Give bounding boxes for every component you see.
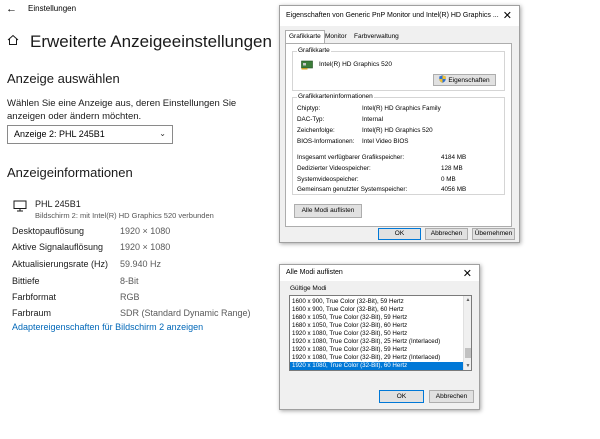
info-value: 1920 × 1080 <box>120 226 171 236</box>
info-value-dac: Internal <box>362 116 384 123</box>
info-value: SDR (Standard Dynamic Range) <box>120 308 251 318</box>
valid-modes-label: Gültige Modi <box>290 285 327 292</box>
mode-item[interactable]: 1600 x 900, True Color (32-Bit), 60 Hert… <box>290 306 464 314</box>
ok-button[interactable]: OK <box>378 228 421 240</box>
modes-scrollbar[interactable]: ▲ ▼ <box>463 296 471 370</box>
scroll-down-icon[interactable]: ▼ <box>464 362 471 370</box>
info-value: 8-Bit <box>120 276 139 286</box>
info-value: 1920 × 1080 <box>120 242 171 252</box>
properties-button[interactable]: Eigenschaften <box>433 74 496 86</box>
list-modes-dialog: Alle Modi auflisten ✕ Gültige Modi 1600 … <box>279 264 480 410</box>
adapter-group-caption: Grafikkarte <box>297 47 331 54</box>
info-label: Aktualisierungsrate (Hz) <box>12 259 109 269</box>
mode-item[interactable]: 1680 x 1050, True Color (32-Bit), 59 Her… <box>290 314 464 322</box>
memory-value-system: 0 MB <box>441 176 456 183</box>
graphics-card-panel: Grafikkarte Intel(R) HD Graphics 520 Eig… <box>285 43 512 227</box>
info-label-dac: DAC-Typ: <box>297 116 325 123</box>
info-label: Desktopauflösung <box>12 226 85 236</box>
info-value: RGB <box>120 292 140 302</box>
window-title: Einstellungen <box>28 4 77 13</box>
properties-button-label: Eigenschaften <box>448 77 490 84</box>
display-select-value: Anzeige 2: PHL 245B1 <box>14 129 105 139</box>
tab-color-management[interactable]: Farbverwaltung <box>351 31 402 43</box>
adapter-group: Grafikkarte Intel(R) HD Graphics 520 Eig… <box>292 47 505 91</box>
apply-button[interactable]: Übernehmen <box>472 228 515 240</box>
mode-item[interactable]: 1920 x 1080, True Color (32-Bit), 25 Her… <box>290 338 464 346</box>
memory-label-total: Insgesamt verfügbarer Grafikspeicher: <box>297 154 405 161</box>
scroll-up-icon[interactable]: ▲ <box>464 296 471 304</box>
info-label-chip: Chiptyp: <box>297 105 321 112</box>
info-value-bios: Intel Video BIOS <box>362 138 409 145</box>
memory-value-total: 4184 MB <box>441 154 467 161</box>
adapter-name: Intel(R) HD Graphics 520 <box>319 61 392 68</box>
info-label: Bittiefe <box>12 276 40 286</box>
modes-cancel-button[interactable]: Abbrechen <box>429 390 474 403</box>
close-icon[interactable]: ✕ <box>503 9 512 22</box>
back-arrow-icon[interactable]: ← <box>6 3 17 15</box>
modes-ok-button[interactable]: OK <box>379 390 424 403</box>
mode-item[interactable]: 1920 x 1080, True Color (32-Bit), 59 Her… <box>290 346 464 354</box>
monitor-icon <box>13 200 27 212</box>
info-label-string: Zeichenfolge: <box>297 127 335 134</box>
properties-dialog-titlebar: Eigenschaften von Generic PnP Monitor un… <box>280 6 519 26</box>
memory-value-dedicated: 128 MB <box>441 165 463 172</box>
graphics-card-icon <box>301 60 313 70</box>
info-value-string: Intel(R) HD Graphics 520 <box>362 127 433 134</box>
info-label: Aktive Signalauflösung <box>12 242 104 252</box>
tab-graphics-card[interactable]: Grafikkarte <box>285 30 325 43</box>
list-modes-dialog-title: Alle Modi auflisten <box>286 269 343 276</box>
page-title: Erweiterte Anzeigeeinstellungen <box>30 32 272 51</box>
cancel-button[interactable]: Abbrechen <box>425 228 468 240</box>
chevron-down-icon: ⌄ <box>159 129 166 138</box>
home-icon[interactable] <box>7 34 19 46</box>
memory-label-shared: Gemeinsam genutzter Systemspeicher: <box>297 186 408 193</box>
close-icon[interactable]: ✕ <box>463 267 472 280</box>
adapter-properties-link[interactable]: Adaptereigenschaften für Bildschirm 2 an… <box>12 322 203 332</box>
monitor-name: PHL 245B1 <box>35 199 81 209</box>
scroll-thumb[interactable] <box>465 348 471 358</box>
adapter-info-group: Grafikkarteninformationen Chiptyp: Intel… <box>292 93 505 195</box>
shield-icon <box>439 75 447 83</box>
mode-item[interactable]: 1920 x 1080, True Color (32-Bit), 29 Her… <box>290 354 464 362</box>
info-value-chip: Intel(R) HD Graphics Family <box>362 105 441 112</box>
properties-dialog: Eigenschaften von Generic PnP Monitor un… <box>279 5 520 243</box>
memory-label-dedicated: Dedizierter Videospeicher: <box>297 165 371 172</box>
list-modes-dialog-titlebar: Alle Modi auflisten ✕ <box>280 265 479 281</box>
settings-titlebar: ← Einstellungen <box>0 0 276 18</box>
info-label-bios: BIOS-Informationen: <box>297 138 355 145</box>
display-info-heading: Anzeigeinformationen <box>7 165 133 180</box>
display-select-dropdown[interactable]: Anzeige 2: PHL 245B1 ⌄ <box>7 125 173 144</box>
memory-value-shared: 4056 MB <box>441 186 467 193</box>
info-label: Farbformat <box>12 292 57 302</box>
tab-monitor[interactable]: Monitor <box>322 31 350 43</box>
info-label: Farbraum <box>12 308 52 318</box>
mode-item[interactable]: 1600 x 900, True Color (32-Bit), 59 Hert… <box>290 298 464 306</box>
select-display-description: Wählen Sie eine Anzeige aus, deren Einst… <box>7 98 237 122</box>
list-all-modes-button[interactable]: Alle Modi auflisten <box>294 204 362 218</box>
mode-item[interactable]: 1680 x 1050, True Color (32-Bit), 60 Her… <box>290 322 464 330</box>
info-value: 59.940 Hz <box>120 259 162 269</box>
valid-modes-listbox[interactable]: 1600 x 900, True Color (32-Bit), 59 Hert… <box>289 295 472 371</box>
monitor-subtitle: Bildschirm 2: mit Intel(R) HD Graphics 5… <box>35 211 214 220</box>
adapter-info-group-caption: Grafikkarteninformationen <box>297 93 374 100</box>
mode-item-selected[interactable]: 1920 x 1080, True Color (32-Bit), 60 Her… <box>290 362 464 370</box>
memory-label-system: Systemvideospeicher: <box>297 176 359 183</box>
mode-item[interactable]: 1920 x 1080, True Color (32-Bit), 50 Her… <box>290 330 464 338</box>
select-display-heading: Anzeige auswählen <box>7 71 120 86</box>
properties-dialog-title: Eigenschaften von Generic PnP Monitor un… <box>286 12 499 19</box>
